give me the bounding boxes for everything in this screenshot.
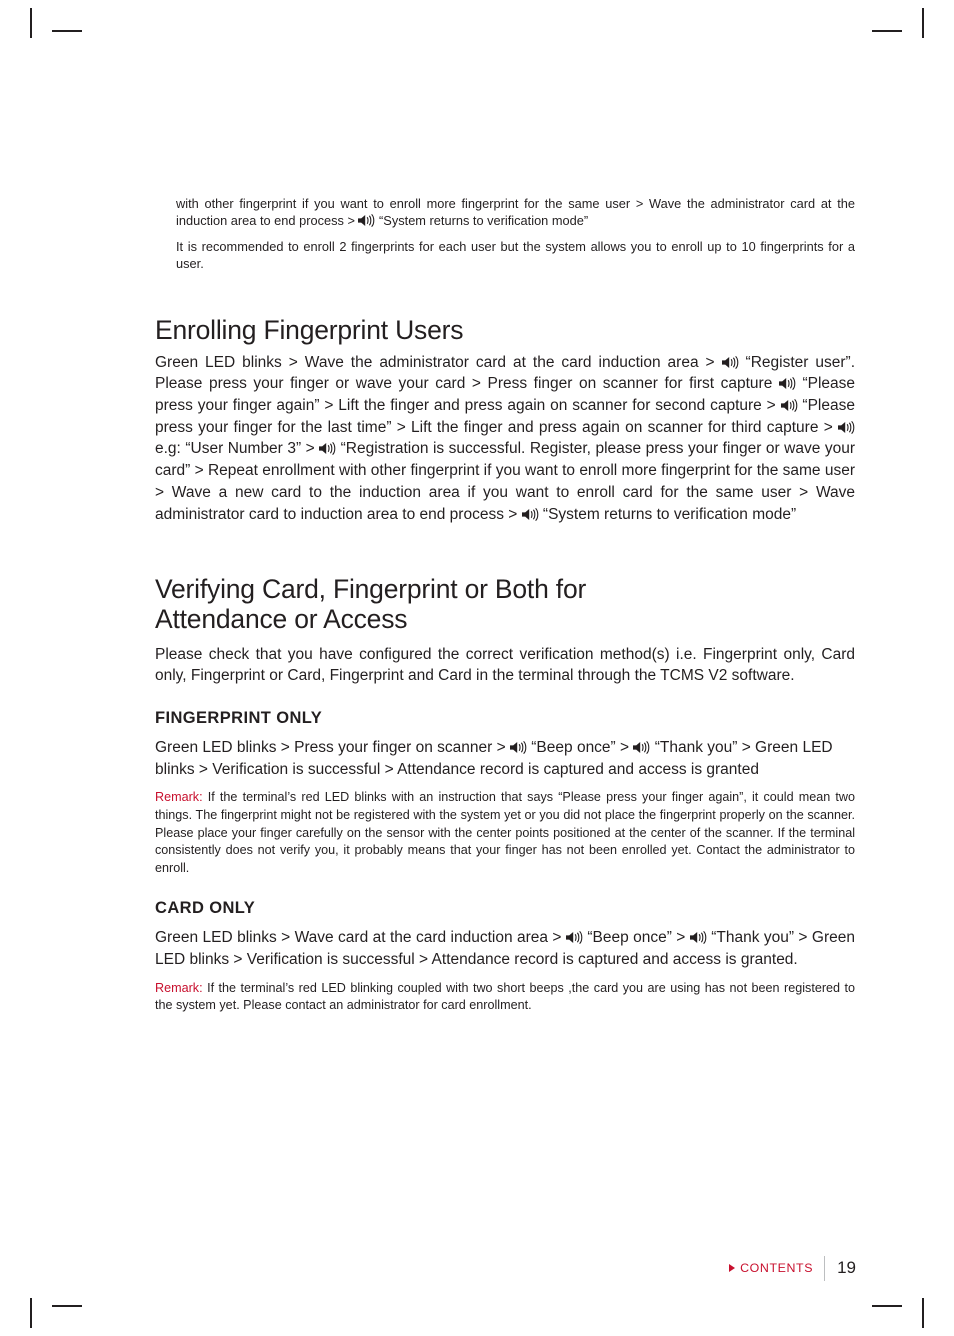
speaker-icon [521, 507, 539, 521]
speaker-icon [358, 214, 375, 228]
page-footer: CONTENTS 19 [729, 1255, 856, 1281]
crop-mark-bottom-right-v [922, 1298, 924, 1328]
contents-link[interactable]: CONTENTS [729, 1261, 824, 1275]
intro-paragraph-1: with other fingerprint if you want to en… [176, 196, 855, 229]
section-verifying: Verifying Card, Fingerprint or Both for … [155, 575, 855, 1015]
page-number: 19 [837, 1258, 856, 1277]
crop-mark-top-right-v [922, 8, 924, 38]
crop-mark-top-left-v [30, 8, 32, 38]
crop-mark-top-right-h [872, 30, 902, 32]
speaker-icon [838, 420, 855, 434]
subsection-heading-card-only: CARD ONLY [155, 899, 256, 918]
speaker-icon [565, 931, 583, 945]
remark-text: If the terminal’s red LED blinks with an… [155, 790, 855, 875]
speaker-icon [509, 740, 527, 754]
remark-fingerprint-only: Remark: If the terminal’s red LED blinks… [155, 789, 855, 877]
speaker-icon [780, 399, 798, 413]
section-heading-verifying-line1: Verifying Card, Fingerprint or Both for [155, 574, 587, 605]
contents-label: CONTENTS [740, 1261, 814, 1275]
section-body-verifying: Please check that you have configured th… [155, 645, 855, 685]
speaker-icon [721, 355, 739, 369]
remark-label: Remark: [155, 790, 203, 805]
section-heading-verifying-line2: Attendance or Access [155, 603, 408, 634]
crop-mark-bottom-left-h [52, 1305, 82, 1307]
speaker-icon [633, 740, 650, 754]
page-content: with other fingerprint if you want to en… [155, 195, 855, 1015]
subsection-heading-fingerprint-only: FINGERPRINT ONLY [155, 708, 323, 727]
section-body-enrolling: Green LED blinks > Wave the administrato… [155, 353, 856, 523]
crop-mark-bottom-right-h [872, 1305, 902, 1307]
intro-paragraph-2: It is recommended to enroll 2 fingerprin… [176, 239, 855, 272]
remark-card-only: Remark: If the terminal’s red LED blinki… [155, 980, 855, 1015]
crop-mark-top-left-h [52, 30, 82, 32]
triangle-right-icon [729, 1264, 736, 1272]
crop-mark-bottom-left-v [30, 1298, 32, 1328]
remark-text: If the terminal’s red LED blinking coupl… [155, 980, 856, 1013]
subsection-body-fingerprint-only: Green LED blinks > Press your finger on … [155, 738, 833, 778]
subsection-body-card-only: Green LED blinks > Wave card at the card… [155, 929, 855, 969]
remark-label: Remark: [155, 980, 203, 995]
section-heading-enrolling: Enrolling Fingerprint Users [155, 315, 464, 346]
speaker-icon [319, 442, 336, 456]
section-enrolling-fingerprint-users: Enrolling Fingerprint Users Green LED bl… [155, 315, 856, 525]
speaker-icon [689, 931, 707, 945]
speaker-icon [778, 377, 796, 391]
